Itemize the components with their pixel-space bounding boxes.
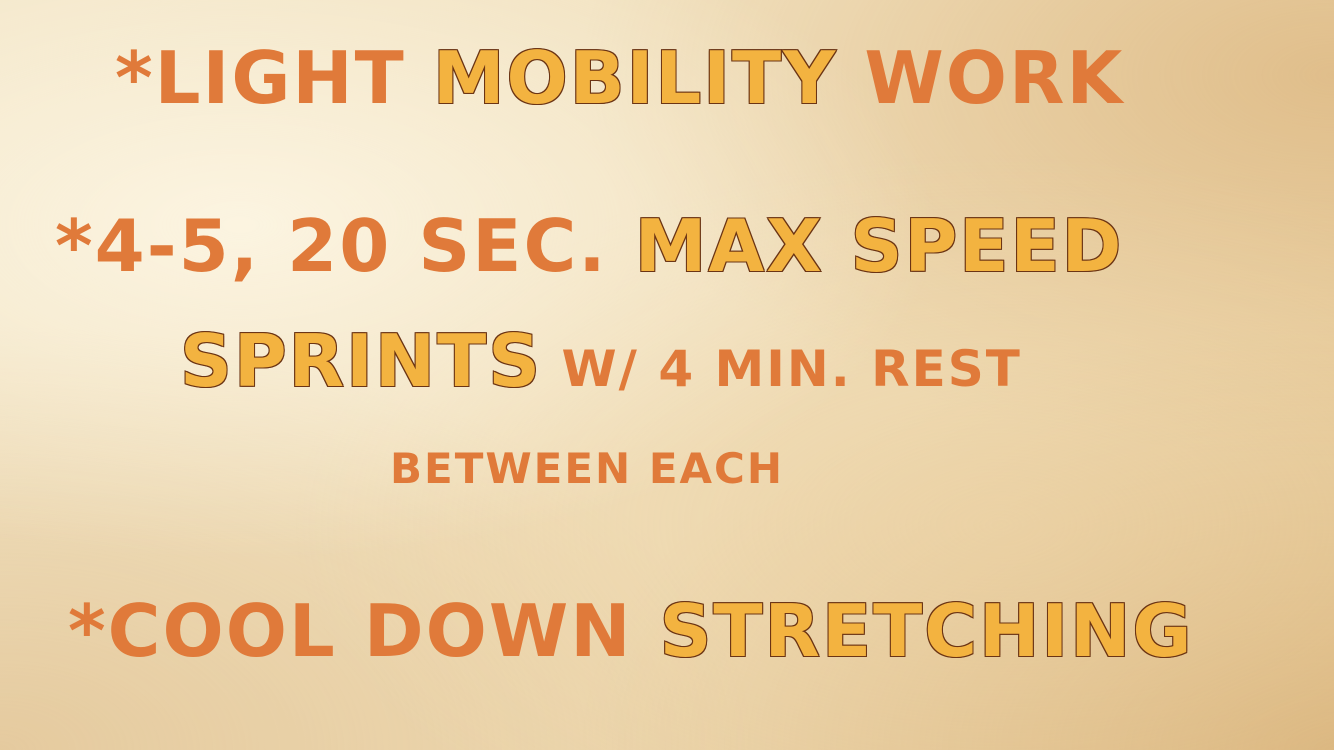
- line-max-speed: *4-5, 20 sec. Max Speed: [0, 209, 1334, 283]
- text-max-speed: Max Speed: [634, 204, 1124, 288]
- text-between-each: between each: [390, 444, 785, 493]
- line-between-each: between each: [0, 448, 1334, 490]
- line-sprints-rest: Sprints w/ 4 min. Rest: [0, 324, 1334, 398]
- text-light: *Light: [115, 36, 433, 120]
- text-sprints: Sprints: [179, 319, 543, 403]
- line-light-mobility-work: *Light Mobility Work: [0, 41, 1334, 115]
- text-rest: w/ 4 min. Rest: [542, 340, 1022, 398]
- slide: { "line1": {"plain": "*Light ", "highlig…: [0, 0, 1334, 750]
- text-reps-duration: *4-5, 20 sec.: [55, 204, 635, 288]
- text-work: Work: [837, 36, 1125, 120]
- line-cool-down-stretching: *Cool Down Stretching: [0, 594, 1334, 668]
- text-mobility: Mobility: [432, 36, 838, 120]
- text-stretching: Stretching: [659, 589, 1194, 673]
- text-cool-down: *Cool Down: [68, 589, 660, 673]
